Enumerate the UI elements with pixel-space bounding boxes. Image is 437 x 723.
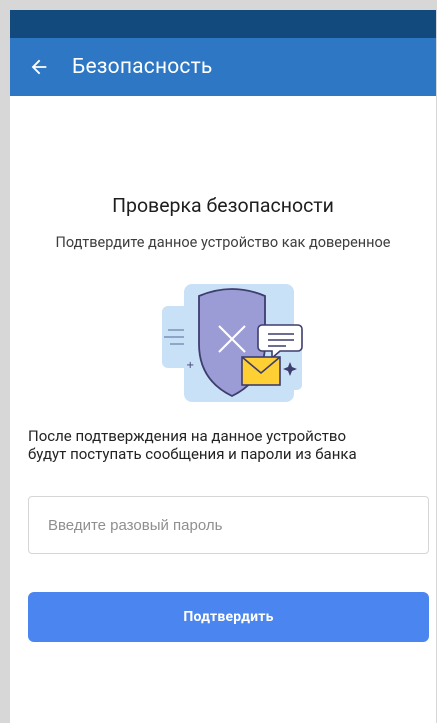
note-line-1: После подтверждения на данное устройство xyxy=(28,427,347,445)
one-time-password-input[interactable] xyxy=(46,515,428,535)
page-title: Безопасность xyxy=(72,55,213,79)
confirmation-note: После подтверждения на данное устройство… xyxy=(28,427,418,463)
back-button[interactable] xyxy=(11,38,67,96)
section-subheading: Подтвердите данное устройство как довере… xyxy=(55,234,391,251)
note-line-2: будут поступать сообщения и пароли из ба… xyxy=(28,445,357,463)
arrow-left-icon xyxy=(31,59,47,75)
status-bar xyxy=(10,10,436,38)
main-content: Проверка безопасности Подтвердите данное… xyxy=(10,96,436,709)
confirm-button[interactable]: Подтвердить xyxy=(28,592,429,642)
password-field[interactable] xyxy=(28,496,429,554)
device-frame: Безопасность Проверка безопасности Подтв… xyxy=(0,0,437,723)
section-heading: Проверка безопасности xyxy=(112,194,334,217)
shield-message-icon: + xyxy=(144,284,314,414)
app-bar: Безопасность xyxy=(10,38,436,96)
svg-text:+: + xyxy=(186,360,194,371)
